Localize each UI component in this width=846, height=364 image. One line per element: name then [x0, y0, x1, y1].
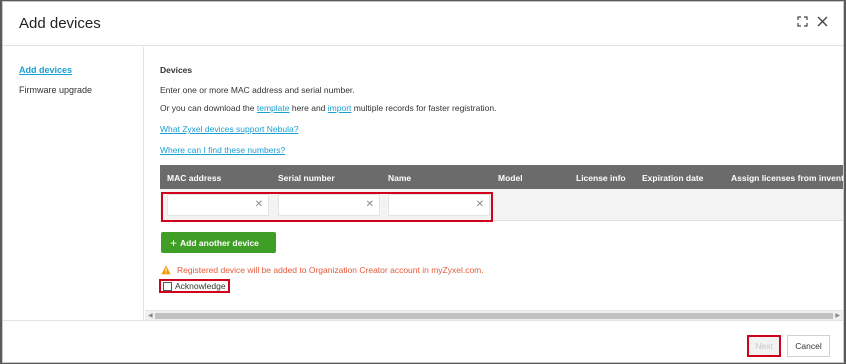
acknowledge-checkbox[interactable]: Acknowledge: [159, 279, 230, 293]
support-link[interactable]: What Zyxel devices support Nebula?: [160, 124, 298, 134]
acknowledge-label: Acknowledge: [175, 281, 226, 291]
download-suffix: multiple records for faster registration…: [351, 103, 497, 113]
dialog-footer: Next Cancel: [3, 320, 843, 364]
dialog-header: Add devices: [3, 2, 843, 46]
column-mac-address: MAC address: [167, 173, 222, 183]
horizontal-scrollbar[interactable]: ◀ ▶: [145, 310, 843, 320]
download-text: Or you can download the template here an…: [160, 103, 496, 113]
sidebar-item-add-devices[interactable]: Add devices: [19, 65, 72, 75]
checkbox-box[interactable]: [163, 281, 172, 291]
warning-text: Registered device will be added to Organ…: [177, 265, 484, 275]
template-link[interactable]: template: [257, 103, 290, 113]
close-icon[interactable]: [815, 14, 829, 28]
sidebar-item-firmware-upgrade[interactable]: Firmware upgrade: [19, 85, 92, 95]
cancel-button[interactable]: Cancel: [787, 335, 830, 357]
column-license-info: License info: [576, 173, 626, 183]
section-title: Devices: [160, 65, 193, 75]
next-button[interactable]: Next: [747, 335, 781, 357]
scroll-left-icon[interactable]: ◀: [148, 312, 153, 319]
input-highlight: [161, 192, 493, 222]
add-devices-dialog: Add devices Add devices Firmware upgrade…: [2, 1, 844, 363]
warning-icon: [161, 265, 171, 275]
table-header: MAC address Serial number Name Model Lic…: [160, 165, 843, 189]
find-numbers-link[interactable]: Where can I find these numbers?: [160, 145, 285, 155]
column-expiration-date: Expiration date: [642, 173, 704, 183]
download-prefix: Or you can download the: [160, 103, 257, 113]
warning-message: Registered device will be added to Organ…: [161, 265, 484, 275]
add-button-label: Add another device: [180, 237, 259, 248]
scroll-thumb[interactable]: [155, 313, 833, 319]
main-content: Devices Enter one or more MAC address an…: [145, 47, 843, 310]
scroll-right-icon[interactable]: ▶: [835, 312, 840, 319]
intro-text: Enter one or more MAC address and serial…: [160, 85, 355, 95]
dialog-title: Add devices: [19, 15, 101, 32]
download-mid: here and: [289, 103, 328, 113]
fullscreen-icon[interactable]: [795, 14, 809, 28]
sidebar: Add devices Firmware upgrade: [3, 47, 144, 320]
column-model: Model: [498, 173, 523, 183]
column-assign-licenses: Assign licenses from invent: [731, 173, 843, 183]
import-link[interactable]: import: [328, 103, 352, 113]
plus-icon: +: [170, 235, 178, 250]
header-icons: [795, 14, 829, 28]
column-serial-number: Serial number: [278, 173, 335, 183]
column-name: Name: [388, 173, 412, 183]
add-another-device-button[interactable]: + Add another device: [161, 232, 276, 253]
